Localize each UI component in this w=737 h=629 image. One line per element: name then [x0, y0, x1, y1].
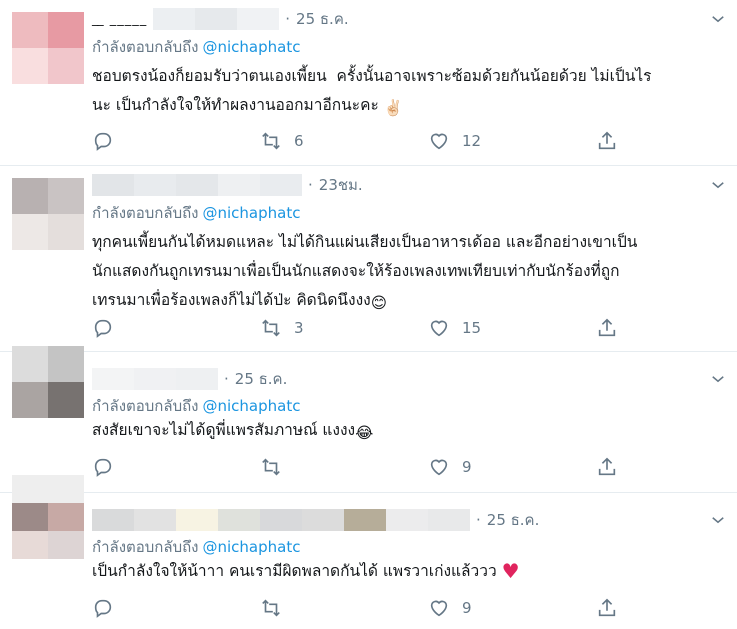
reply-button[interactable]: [92, 456, 260, 478]
replying-to-label: กำลังตอบกลับถึง: [92, 38, 199, 56]
chevron-down-icon[interactable]: [709, 176, 727, 194]
replying-to-label: กำลังตอบกลับถึง: [92, 204, 199, 222]
heart-icon: [430, 320, 448, 337]
retweet-icon: [262, 458, 280, 476]
blurred-user-name[interactable]: [92, 509, 470, 531]
tweet-text: เป็นกำลังใจให้น้าาา คนเรามีผิดพลาดกันได้…: [92, 557, 721, 586]
reply-icon: [94, 458, 112, 477]
retweet-icon: [262, 132, 280, 150]
separator-dot: ·: [308, 176, 313, 194]
tweet-actions: 9: [92, 595, 630, 621]
retweet-count: 6: [294, 132, 304, 150]
reply-feed: _ ̲ _____ · 25 ธ.ค. กำลังตอบกลับถึง @nich…: [0, 0, 737, 629]
like-button[interactable]: 9: [428, 597, 596, 619]
reply-icon: [94, 132, 112, 151]
reply-button[interactable]: [92, 130, 260, 152]
tweet-header: · 25 ธ.ค.: [92, 507, 539, 533]
like-count: 9: [462, 458, 472, 476]
retweet-button[interactable]: 3: [260, 317, 428, 339]
like-count: 9: [462, 599, 472, 617]
like-button[interactable]: 9: [428, 456, 596, 478]
like-count: 15: [462, 319, 482, 337]
reply-button[interactable]: [92, 317, 260, 339]
heart-emoji: ♥: [501, 559, 520, 583]
separator-dot: ·: [224, 370, 229, 388]
emoji: 😊: [370, 294, 387, 312]
retweet-button[interactable]: [260, 597, 428, 619]
replying-to: กำลังตอบกลับถึง @nichaphatc: [92, 201, 300, 225]
like-count: 12: [462, 132, 482, 150]
chevron-down-icon[interactable]: [709, 511, 727, 529]
mention-link[interactable]: @nichaphatc: [203, 38, 301, 56]
tweet-text: ชอบตรงน้องก็ยอมรับว่าตนเองเพี้ยน ครั้งนั…: [92, 62, 721, 123]
replying-to-label: กำลังตอบกลับถึง: [92, 538, 199, 556]
chevron-down-icon[interactable]: [709, 370, 727, 388]
like-button[interactable]: 12: [428, 130, 596, 152]
reply-tweet[interactable]: _ ̲ _____ · 25 ธ.ค. กำลังตอบกลับถึง @nich…: [0, 0, 737, 166]
share-icon: [598, 131, 616, 150]
heart-icon: [430, 459, 448, 476]
share-icon: [598, 318, 616, 337]
like-button[interactable]: 15: [428, 317, 596, 339]
share-button[interactable]: [596, 317, 630, 339]
reply-tweet[interactable]: · 25 ธ.ค. กำลังตอบกลับถึง @nichaphatc สงส…: [0, 346, 737, 493]
reply-button[interactable]: [92, 597, 260, 619]
avatar[interactable]: [12, 12, 84, 84]
share-icon: [598, 457, 616, 476]
avatar[interactable]: [12, 178, 84, 250]
reply-tweet[interactable]: · 25 ธ.ค. กำลังตอบกลับถึง @nichaphatc เป็…: [0, 475, 737, 629]
tweet-text-content: เป็นกำลังใจให้น้าาา คนเรามีผิดพลาดกันได้…: [92, 562, 497, 580]
share-button[interactable]: [596, 597, 630, 619]
heart-icon: [430, 600, 448, 617]
tweet-text: ทุกคนเพี้ยนกันได้หมดแหละ ไม่ได้กินแผ่นเส…: [92, 228, 721, 318]
emoji: 😂: [355, 424, 374, 442]
retweet-button[interactable]: [260, 456, 428, 478]
retweet-button[interactable]: 6: [260, 130, 428, 152]
retweet-icon: [262, 319, 280, 337]
separator-dot: ·: [285, 10, 291, 28]
tweet-header: · 25 ธ.ค.: [92, 366, 287, 392]
tweet-header: · 23ชม.: [92, 172, 363, 198]
reply-tweet[interactable]: · 23ชม. กำลังตอบกลับถึง @nichaphatc ทุกคน…: [0, 166, 737, 352]
tweet-time[interactable]: 25 ธ.ค.: [296, 7, 349, 31]
retweet-count: 3: [294, 319, 304, 337]
share-icon: [598, 598, 616, 617]
tweet-text-content: สงสัยเขาจะไม่ได้ดูพี่แพรสัมภาษณ์ แงงง: [92, 421, 356, 439]
tweet-text-content: ทุกคนเพี้ยนกันได้หมดแหละ ไม่ได้กินแผ่นเส…: [92, 233, 638, 309]
tweet-text-content: ชอบตรงน้องก็ยอมรับว่าตนเองเพี้ยน ครั้งนั…: [92, 67, 652, 114]
mention-link[interactable]: @nichaphatc: [203, 538, 301, 556]
tweet-time[interactable]: 25 ธ.ค.: [235, 367, 288, 391]
share-button[interactable]: [596, 456, 630, 478]
mention-link[interactable]: @nichaphatc: [203, 204, 301, 222]
retweet-icon: [262, 599, 280, 617]
emoji: ✌🏻: [383, 99, 404, 117]
separator-dot: ·: [476, 511, 481, 529]
chevron-down-icon[interactable]: [709, 10, 727, 28]
reply-icon: [94, 319, 112, 338]
reply-icon: [94, 599, 112, 618]
blurred-user-name[interactable]: [92, 368, 218, 390]
tweet-time[interactable]: 25 ธ.ค.: [487, 508, 540, 532]
avatar[interactable]: [12, 346, 84, 418]
replying-to: กำลังตอบกลับถึง @nichaphatc: [92, 35, 300, 59]
tweet-time[interactable]: 23ชม.: [319, 173, 363, 197]
replying-to: กำลังตอบกลับถึง @nichaphatc: [92, 535, 300, 559]
mention-link[interactable]: @nichaphatc: [203, 397, 301, 415]
avatar[interactable]: [12, 475, 84, 559]
replying-to: กำลังตอบกลับถึง @nichaphatc: [92, 394, 300, 418]
tweet-actions: 6 12: [92, 128, 630, 154]
tweet-actions: 3 15: [92, 315, 630, 341]
replying-to-label: กำลังตอบกลับถึง: [92, 397, 199, 415]
share-button[interactable]: [596, 130, 630, 152]
tweet-header: _ ̲ _____ · 25 ธ.ค.: [92, 6, 349, 32]
blurred-user-name[interactable]: [92, 174, 302, 196]
tweet-actions: 9: [92, 454, 630, 480]
heart-icon: [430, 133, 448, 150]
tweet-text: สงสัยเขาจะไม่ได้ดูพี่แพรสัมภาษณ์ แงงง😂: [92, 416, 721, 448]
blurred-user-name[interactable]: _ ̲ _____: [92, 8, 280, 30]
